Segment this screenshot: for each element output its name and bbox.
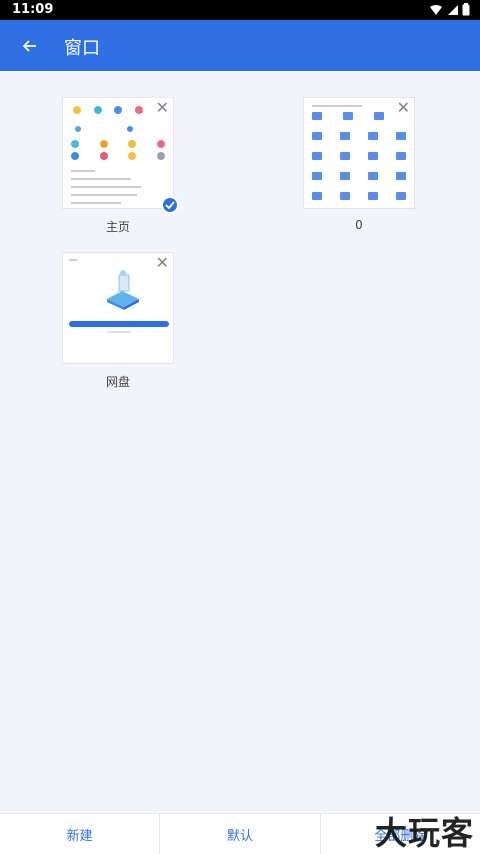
selected-check-icon [161, 196, 179, 214]
close-icon[interactable]: ✕ [156, 255, 169, 271]
status-bar: 11:09 [0, 0, 480, 20]
status-icons [430, 3, 470, 16]
window-thumbnail-home[interactable]: ✕ [62, 97, 174, 209]
default-button[interactable]: 默认 [160, 814, 321, 854]
window-thumbnail-0[interactable]: ✕ [303, 97, 415, 209]
window-thumbnail-cloud-drive[interactable]: ✕ [62, 252, 174, 364]
page-title: 窗口 [64, 38, 100, 59]
wifi-icon [430, 4, 442, 15]
new-window-button[interactable]: 新建 [0, 814, 161, 854]
window-caption-home: 主页 [105, 220, 130, 234]
thumbnail-icon-row [73, 106, 143, 114]
cloud-illustration-icon [107, 270, 139, 310]
app-bar: 窗口 [0, 20, 480, 71]
back-button[interactable] [16, 32, 44, 60]
battery-icon [462, 3, 470, 16]
close-icon[interactable]: ✕ [156, 100, 169, 116]
arrow-left-icon [23, 40, 36, 52]
watermark: 大玩客 [374, 814, 474, 852]
signal-icon [448, 4, 458, 15]
window-caption-cloud-drive: 网盘 [105, 375, 130, 389]
close-icon[interactable]: ✕ [397, 100, 410, 116]
status-time: 11:09 [12, 2, 54, 17]
window-caption-0: 0 [355, 218, 363, 232]
